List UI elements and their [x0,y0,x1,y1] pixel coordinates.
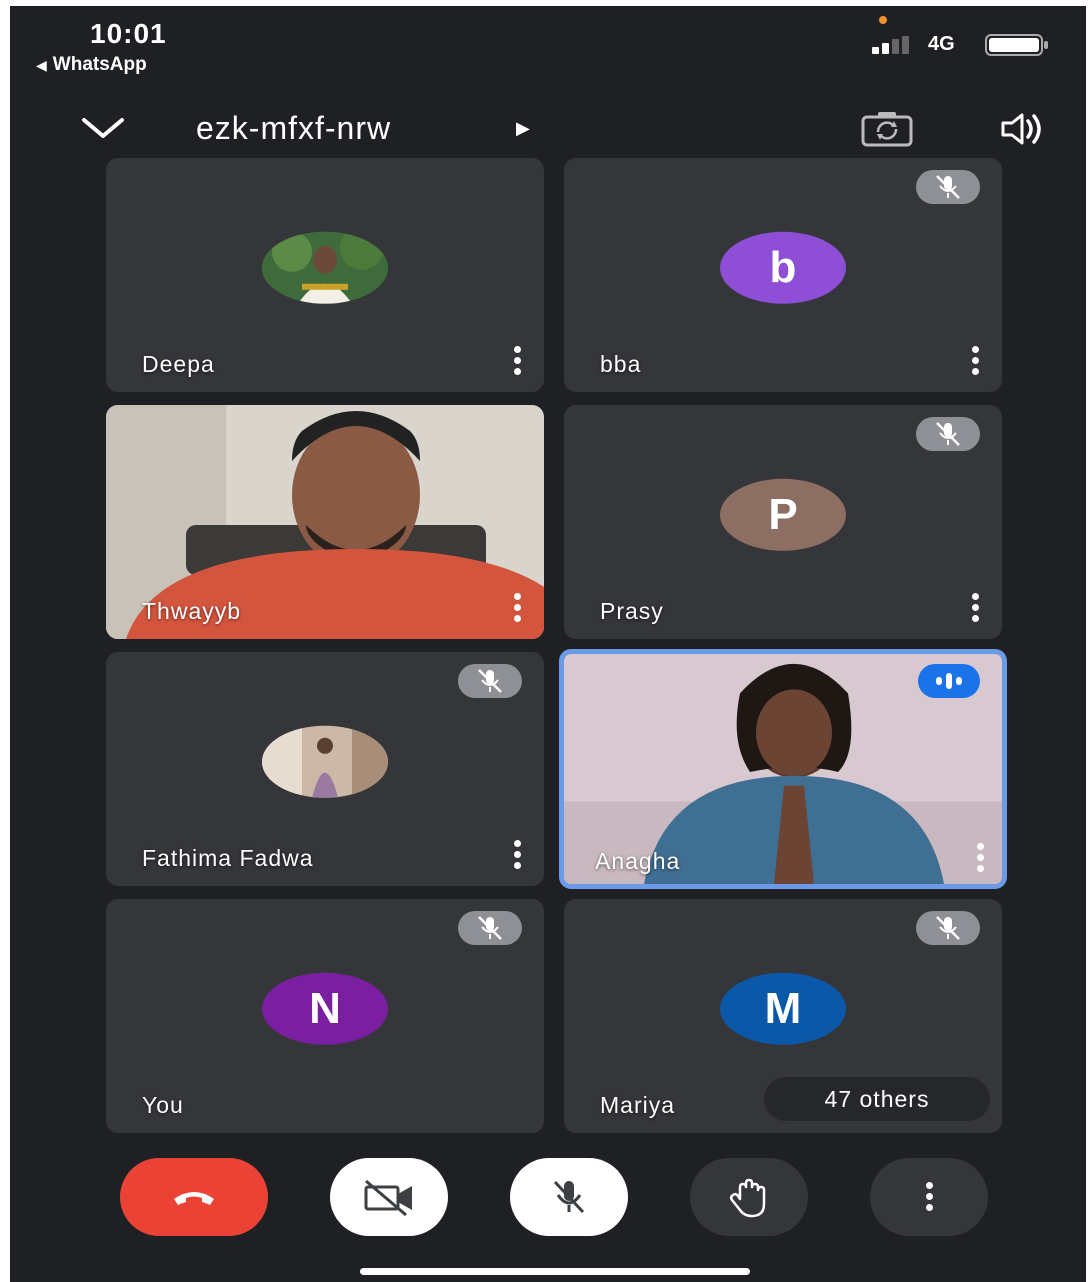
end-call-button[interactable] [120,1158,268,1236]
status-time: 10:01 [90,18,167,49]
participant-name: bba [600,351,642,377]
privacy-indicator-icon [879,16,887,24]
avatar: M [720,972,846,1045]
mic-off-icon [553,1180,585,1214]
avatar: b [720,231,846,304]
participant-name: Anagha [595,848,681,874]
participant-name: Mariya [600,1092,676,1118]
participant-name: Prasy [600,598,664,624]
signal-strength-icon [872,36,909,54]
avatar: N [262,972,388,1045]
phone-hangup-icon [174,1192,214,1205]
more-vert-icon[interactable] [512,593,522,623]
speaker-icon[interactable] [1000,112,1044,146]
camera-toggle-button[interactable] [330,1158,448,1236]
mic-off-icon [916,417,980,451]
profile-photo [262,231,388,304]
profile-photo [262,725,388,798]
mic-toggle-button[interactable] [510,1158,628,1236]
battery-icon [985,34,1048,56]
more-vert-icon[interactable] [970,346,980,376]
raise-hand-icon [729,1178,766,1218]
chevron-down-icon[interactable] [80,114,126,142]
network-type: 4G [928,33,955,55]
participant-tile-you[interactable]: N You [106,899,544,1133]
mic-off-icon [916,911,980,945]
participant-tile-mariya[interactable]: M Mariya 47 others [564,899,1002,1133]
more-vert-icon[interactable] [512,840,522,870]
participant-tile-fathima-fadwa[interactable]: Fathima Fadwa [106,652,544,886]
avatar: P [720,478,846,551]
mic-off-icon [916,170,980,204]
mic-off-icon [458,664,522,698]
more-vert-icon [924,1182,934,1212]
participant-tile-prasy[interactable]: P Prasy [564,405,1002,639]
home-indicator[interactable] [360,1268,750,1275]
video-off-icon [364,1179,412,1217]
speaking-indicator-icon [918,664,980,698]
participant-tile-bba[interactable]: b bba [564,158,1002,392]
play-arrow-icon[interactable]: ▶ [516,118,530,139]
more-vert-icon[interactable] [970,593,980,623]
participant-name: Thwayyb [142,598,242,624]
camera-flip-icon[interactable] [860,110,914,148]
mic-off-icon [458,911,522,945]
more-vert-icon[interactable] [975,843,985,873]
more-options-button[interactable] [870,1158,988,1236]
participant-tile-anagha[interactable]: Anagha [559,649,1007,889]
back-app-label: WhatsApp [52,54,147,75]
others-count-button[interactable]: 47 others [764,1077,990,1121]
back-arrow-icon: ◀ [36,57,47,73]
participant-name: You [142,1092,184,1118]
participant-tile-deepa[interactable]: Deepa [106,158,544,392]
participant-tile-thwayyb[interactable]: Thwayyb [106,405,544,639]
back-to-app-link[interactable]: ◀ WhatsApp [36,54,147,76]
participant-name: Deepa [142,351,215,377]
raise-hand-button[interactable] [690,1158,808,1236]
more-vert-icon[interactable] [512,346,522,376]
participant-name: Fathima Fadwa [142,845,314,871]
meet-screen: 10:01 ◀ WhatsApp 4G ezk-mfxf-nrw ▶ Deepa… [10,6,1086,1282]
meeting-code[interactable]: ezk-mfxf-nrw [196,110,391,147]
